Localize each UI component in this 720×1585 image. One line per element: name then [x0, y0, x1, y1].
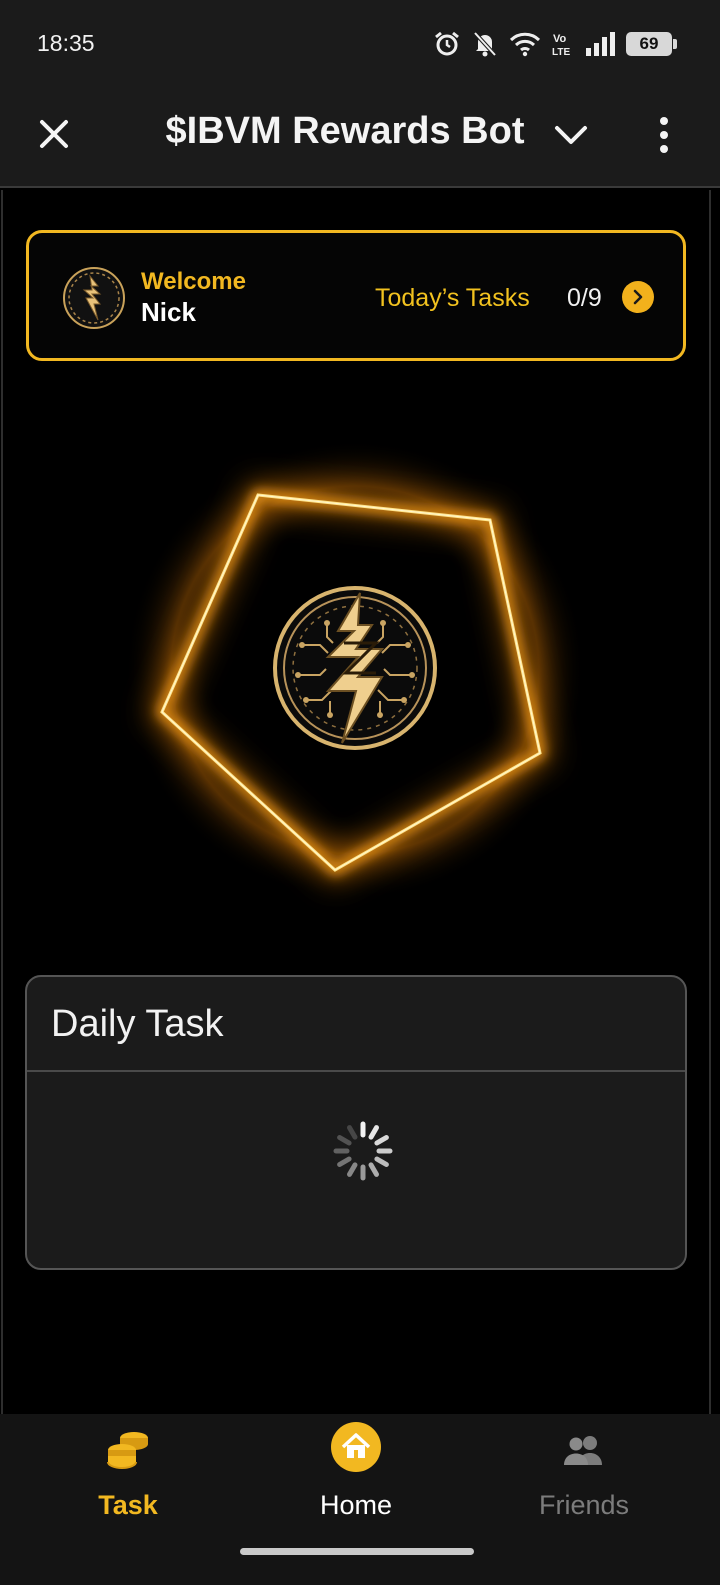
bottom-nav: Task Home Friends: [0, 1414, 720, 1585]
user-name: Nick: [141, 297, 196, 327]
chevron-right-icon[interactable]: [622, 281, 654, 313]
more-vertical-icon[interactable]: [652, 114, 676, 156]
status-icons: Vo LTE 69: [433, 30, 677, 58]
svg-text:LTE: LTE: [552, 47, 570, 57]
daily-task-title: Daily Task: [27, 977, 685, 1072]
status-bar: 18:35 Vo LTE 69: [0, 0, 720, 90]
welcome-label: Welcome: [141, 268, 246, 295]
friends-icon: [564, 1436, 602, 1465]
app-bar: $IBVM Rewards Bot: [0, 90, 720, 188]
signal-icon: [585, 31, 615, 57]
svg-text:Vo: Vo: [553, 33, 567, 45]
gesture-home-bar[interactable]: [240, 1548, 474, 1555]
todays-tasks-label[interactable]: Today’s Tasks: [375, 284, 530, 313]
nav-task[interactable]: Task: [8, 1414, 248, 1544]
alarm-icon: [433, 30, 461, 58]
daily-task-card: Daily Task: [25, 975, 687, 1270]
chevron-down-icon[interactable]: [552, 118, 590, 152]
home-icon: [331, 1422, 381, 1472]
coins-icon: [107, 1432, 148, 1470]
battery-icon: 69: [626, 32, 677, 56]
nav-home[interactable]: Home: [236, 1414, 476, 1544]
todays-tasks-count: 0/9: [567, 284, 602, 312]
loading-spinner-icon: [333, 1121, 393, 1181]
nav-friends-label: Friends: [538, 1490, 630, 1520]
nav-home-label: Home: [319, 1490, 393, 1520]
status-time: 18:35: [37, 30, 95, 56]
volte-icon: Vo LTE: [552, 31, 574, 57]
welcome-card: Welcome Nick Today’s Tasks 0/9: [26, 230, 686, 361]
nav-friends[interactable]: Friends: [464, 1414, 704, 1544]
ibvm-logo-icon: [273, 586, 437, 750]
wifi-icon: [509, 31, 541, 57]
avatar: [62, 266, 126, 330]
app-title: $IBVM Rewards Bot: [165, 110, 525, 152]
nav-task-label: Task: [98, 1490, 158, 1520]
bell-muted-icon: [472, 30, 498, 58]
